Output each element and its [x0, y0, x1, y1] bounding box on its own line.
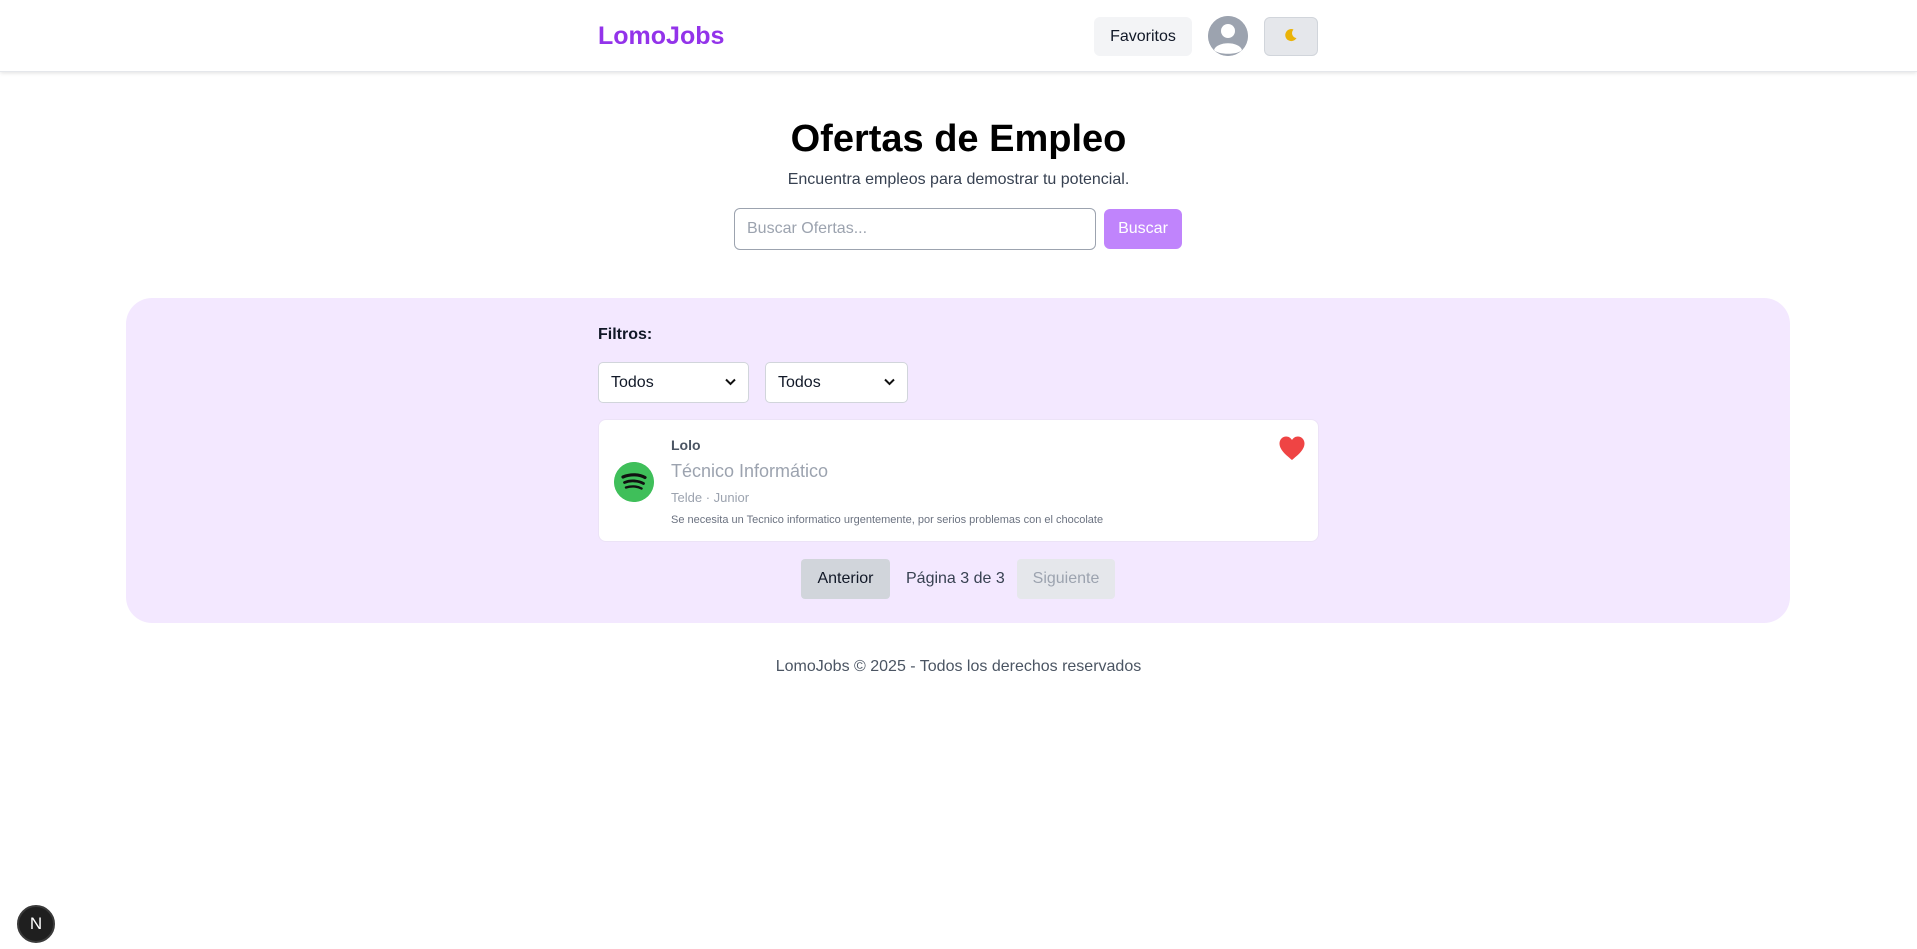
app-logo[interactable]: LomoJobs	[598, 22, 724, 51]
page-indicator: Página 3 de 3	[906, 570, 1005, 587]
job-description: Se necesita un Tecnico informatico urgen…	[671, 514, 1104, 526]
filters-label: Filtros:	[598, 326, 653, 343]
previous-page-button[interactable]: Anterior	[801, 559, 890, 599]
search-button[interactable]: Buscar	[1104, 209, 1182, 249]
page-title: Ofertas de Empleo	[790, 118, 1127, 160]
favorites-button[interactable]: Favoritos	[1094, 17, 1192, 56]
theme-toggle-button[interactable]	[1264, 17, 1318, 56]
nextjs-dev-badge[interactable]: N	[17, 905, 55, 943]
filter-select-1[interactable]: Todos	[598, 362, 749, 403]
heart-icon[interactable]	[1278, 435, 1306, 461]
job-card[interactable]: Lolo Técnico Informático Telde · Junior …	[598, 419, 1319, 542]
job-title: Técnico Informático	[671, 461, 829, 481]
job-location-level: Telde · Junior	[671, 490, 750, 505]
user-avatar-icon[interactable]	[1208, 16, 1248, 56]
filter-select-2[interactable]: Todos	[765, 362, 908, 403]
footer-text: LomoJobs © 2025 - Todos los derechos res…	[775, 658, 1142, 675]
page-subtitle: Encuentra empleos para demostrar tu pote…	[787, 171, 1130, 188]
spotify-logo-icon	[614, 462, 654, 502]
top-navbar: LomoJobs Favoritos	[0, 0, 1917, 72]
filter-select-2-value: Todos	[778, 373, 821, 391]
job-company: Lolo	[671, 437, 701, 453]
moon-icon	[1284, 28, 1298, 45]
filter-select-1-value: Todos	[611, 373, 654, 391]
next-page-button[interactable]: Siguiente	[1017, 559, 1115, 599]
chevron-down-icon	[884, 377, 895, 389]
search-input[interactable]	[734, 208, 1096, 250]
chevron-down-icon	[725, 377, 736, 389]
